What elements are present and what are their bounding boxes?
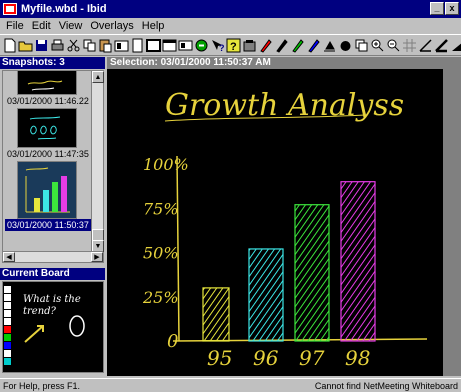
toolbar: ? ?: [0, 34, 461, 56]
y-axis-labels: 100% 75% 50% 25% 0: [142, 155, 189, 352]
selection-header: Selection: 03/01/2000 11:50:37 AM: [107, 57, 461, 69]
menu-bar: File Edit View Overlays Help: [0, 18, 461, 34]
chart-bar: [294, 204, 330, 342]
menu-edit[interactable]: Edit: [28, 20, 55, 32]
svg-text:?: ?: [219, 43, 225, 53]
question-drawing: [24, 315, 85, 343]
snapshot-thumbnail[interactable]: [17, 108, 77, 148]
y-tick-label: 100%: [143, 155, 189, 174]
current-board-preview[interactable]: What is the trend?: [2, 281, 104, 373]
snapshot-thumbnail[interactable]: [17, 71, 77, 95]
frame-icon[interactable]: [146, 38, 161, 53]
snapshot-list: 03/01/2000 11:46.22 AM 03/01/2000 11:47:…: [3, 71, 92, 252]
x-tick-label: 97: [299, 346, 325, 370]
x-tick-label: 98: [345, 346, 370, 370]
window-icon[interactable]: [162, 38, 177, 53]
snapshot-caption[interactable]: 03/01/2000 11:50:37 AM: [5, 219, 92, 231]
snapshot-item[interactable]: 03/01/2000 11:47:35 AM: [5, 108, 92, 160]
snapshot-thumbnail[interactable]: [17, 161, 77, 219]
snapshots-header: Snapshots: 3: [0, 57, 105, 69]
help-arrow-icon[interactable]: ?: [210, 38, 225, 53]
slide-icon[interactable]: [114, 38, 129, 53]
menu-overlays[interactable]: Overlays: [86, 20, 137, 32]
green-dot-icon[interactable]: [194, 38, 209, 53]
snapshots-hscroll[interactable]: ◀ ▶: [3, 251, 103, 262]
minimize-button[interactable]: _: [430, 2, 444, 15]
scroll-left-icon[interactable]: ◀: [3, 252, 15, 262]
close-button[interactable]: x: [445, 2, 459, 15]
fill-icon[interactable]: [338, 38, 353, 53]
chart-bars: [202, 181, 376, 342]
eraser-icon[interactable]: [322, 38, 337, 53]
svg-text:?: ?: [230, 41, 237, 53]
line-icon[interactable]: [418, 38, 433, 53]
pen-blue-icon[interactable]: [306, 38, 321, 53]
snapshots-vscroll[interactable]: ▲ ▼: [91, 71, 104, 252]
snapshot-caption[interactable]: 03/01/2000 11:46.22 AM: [5, 95, 92, 107]
window-title: Myfile.wbd - Ibid: [21, 3, 107, 15]
help-icon[interactable]: ?: [226, 38, 241, 53]
chart-bar: [202, 287, 230, 342]
snapshots-panel: 03/01/2000 11:46.22 AM 03/01/2000 11:47:…: [2, 70, 104, 263]
open-icon[interactable]: [18, 38, 33, 53]
app-icon: [3, 3, 17, 15]
scroll-right-icon[interactable]: ▶: [91, 252, 103, 262]
x-tick-label: 96: [253, 346, 279, 370]
title-bar[interactable]: Myfile.wbd - Ibid _ x: [0, 0, 461, 18]
app-window: Myfile.wbd - Ibid _ x File Edit View Ove…: [0, 0, 461, 392]
chart-bar: [248, 248, 284, 342]
menu-view[interactable]: View: [55, 20, 87, 32]
snapshot-caption[interactable]: 03/01/2000 11:47:35 AM: [5, 148, 92, 160]
line-thick-icon[interactable]: [434, 38, 449, 53]
current-board-text: What is the trend?: [23, 294, 81, 317]
menu-help[interactable]: Help: [138, 20, 169, 32]
snapshot-item-selected[interactable]: 03/01/2000 11:50:37 AM: [5, 161, 92, 231]
zoom-out-icon[interactable]: [386, 38, 401, 53]
y-tick-label: 75%: [143, 199, 179, 218]
page-icon[interactable]: [130, 38, 145, 53]
slant-icon[interactable]: [450, 38, 461, 53]
y-tick-label: 50%: [143, 244, 179, 263]
new-icon[interactable]: [2, 38, 17, 53]
print-icon[interactable]: [50, 38, 65, 53]
x-tick-label: 95: [207, 346, 232, 370]
x-axis-labels: 95 96 97 98: [207, 346, 370, 370]
cut-icon[interactable]: [66, 38, 81, 53]
status-help-text: For Help, press F1.: [3, 380, 81, 391]
canvas-margin: [443, 69, 461, 376]
y-tick-label: 25%: [142, 288, 179, 307]
grid-icon[interactable]: [402, 38, 417, 53]
layers-icon[interactable]: [354, 38, 369, 53]
zoom-in-icon[interactable]: [370, 38, 385, 53]
y-tick-label: 0: [167, 331, 178, 352]
clear-board-icon[interactable]: [242, 38, 257, 53]
save-icon[interactable]: [34, 38, 49, 53]
menu-file[interactable]: File: [2, 20, 28, 32]
whiteboard-canvas[interactable]: Growth Analyss 100% 75% 50% 25% 0 95 96 97 98: [107, 69, 443, 376]
scroll-up-icon[interactable]: ▲: [92, 71, 104, 83]
current-board-header: Current Board: [0, 268, 105, 280]
status-bar: For Help, press F1. Cannot find NetMeeti…: [0, 378, 461, 392]
pen-black-icon[interactable]: [274, 38, 289, 53]
paste-icon[interactable]: [98, 38, 113, 53]
board-icon[interactable]: [178, 38, 193, 53]
whiteboard-drawing: Growth Analyss 100%75%50%25%0 95 96 97 98: [142, 88, 428, 370]
copy-icon[interactable]: [82, 38, 97, 53]
pen-red-icon[interactable]: [258, 38, 273, 53]
pen-green-icon[interactable]: [290, 38, 305, 53]
snapshot-item[interactable]: 03/01/2000 11:46.22 AM: [5, 71, 92, 107]
chart-bar: [340, 181, 376, 342]
status-netmeeting-text: Cannot find NetMeeting Whiteboard: [314, 380, 458, 391]
